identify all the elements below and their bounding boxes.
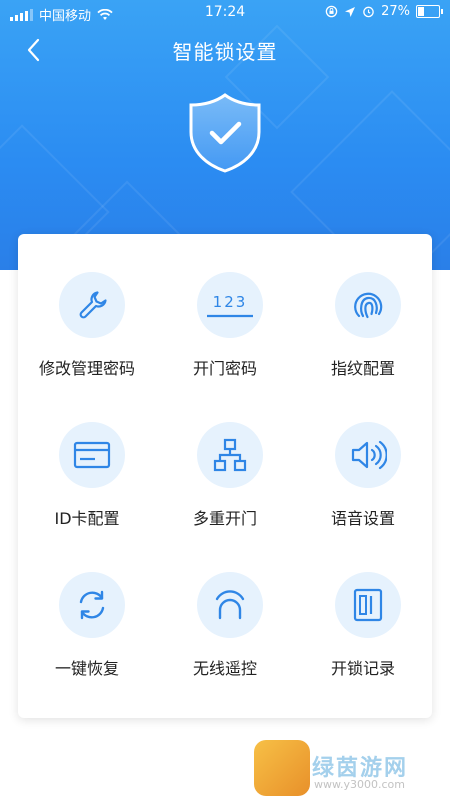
- fingerprint-icon: [354, 292, 383, 319]
- hierarchy-icon: [213, 438, 247, 472]
- menu-item-label: 一键恢复: [54, 659, 119, 678]
- status-bar: 中国移动 17:24 27%: [0, 0, 450, 26]
- menu-item-unlock-records[interactable]: 开锁记录: [294, 534, 432, 684]
- menu-item-label: 无线遥控: [192, 659, 257, 678]
- wrench-icon: [79, 291, 107, 319]
- menu-item-factory-reset[interactable]: 一键恢复: [18, 534, 156, 684]
- menu-item-label: 语音设置: [330, 509, 395, 528]
- menu-item-label: 多重开门: [192, 509, 257, 528]
- watermark: 绿茵游网 www.y3000.com: [248, 738, 448, 798]
- menu-item-label: 修改管理密码: [38, 359, 135, 378]
- rotation-lock-icon: [325, 5, 338, 18]
- menu-item-multi-open[interactable]: 多重开门: [156, 384, 294, 534]
- shield-check-icon: [189, 93, 261, 173]
- svg-text:123: 123: [213, 293, 248, 311]
- menu-item-wireless-remote[interactable]: 无线遥控: [156, 534, 294, 684]
- speaker-icon: [351, 440, 387, 470]
- menu-item-label: 开门密码: [192, 359, 257, 378]
- record-book-icon: [353, 588, 383, 622]
- watermark-logo: [254, 740, 310, 796]
- alarm-icon: [363, 6, 374, 18]
- menu-item-label: 开锁记录: [330, 659, 395, 678]
- menu-item-voice[interactable]: 语音设置: [294, 384, 432, 534]
- menu-item-change-admin-password[interactable]: 修改管理密码: [18, 234, 156, 384]
- nav-bar: 智能锁设置: [0, 28, 450, 72]
- page-title: 智能锁设置: [172, 40, 278, 64]
- id-card-icon: [73, 441, 111, 469]
- watermark-url: www.y3000.com: [314, 778, 405, 791]
- menu-item-label: 指纹配置: [330, 359, 395, 378]
- menu-item-id-card[interactable]: ID卡配置: [18, 384, 156, 534]
- menu-item-door-password[interactable]: 123 开门密码: [156, 234, 294, 384]
- refresh-icon: [79, 590, 105, 620]
- menu-item-fingerprint[interactable]: 指纹配置: [294, 234, 432, 384]
- numeric-code-icon: 123: [207, 293, 253, 318]
- menu-item-label: ID卡配置: [54, 509, 120, 528]
- location-icon: [345, 6, 356, 17]
- settings-card: 修改管理密码 123 开门密码 指纹配置 ID卡配置 多重开门 语音设置 一键恢…: [18, 234, 432, 718]
- battery-percent: 27%: [381, 4, 410, 19]
- battery-icon: [416, 5, 443, 18]
- wireless-remote-icon: [215, 590, 245, 620]
